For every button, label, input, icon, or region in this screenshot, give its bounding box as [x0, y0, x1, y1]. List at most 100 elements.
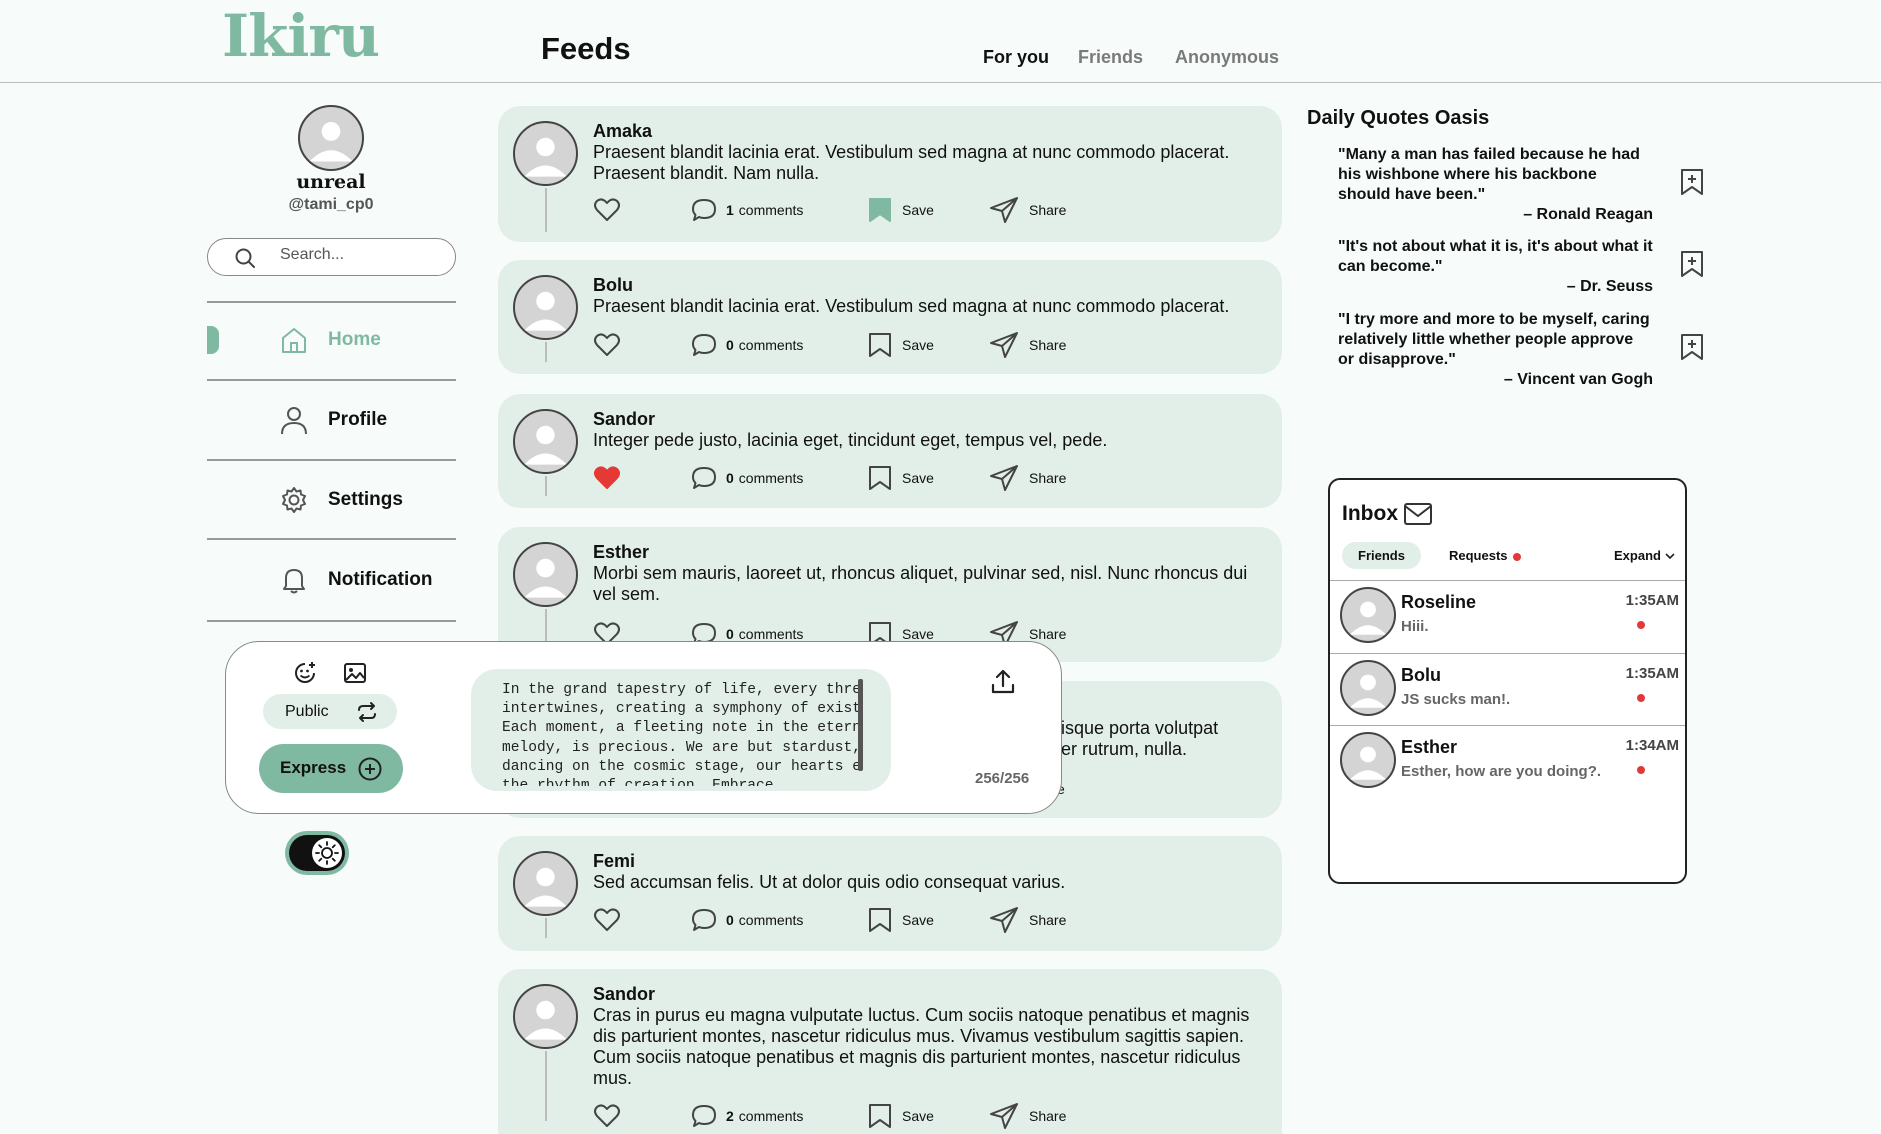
like-button[interactable] [593, 462, 621, 494]
heart-icon [594, 1104, 620, 1127]
image-icon[interactable] [342, 660, 368, 686]
post-card: Amaka Praesent blandit lacinia erat. Ves… [498, 106, 1282, 242]
send-icon [990, 907, 1018, 933]
post-card: Sandor Integer pede justo, lacinia eget,… [498, 394, 1282, 508]
quote-item: "Many a man has failed because he had hi… [1338, 146, 1653, 223]
expand-button[interactable]: Expand [1614, 542, 1675, 569]
post-author[interactable]: Sandor [593, 409, 655, 430]
composer-textarea[interactable]: In the grand tapestry of life, every thr… [471, 669, 891, 791]
share-button[interactable]: Share [989, 194, 1066, 226]
sun-icon [312, 838, 342, 868]
save-button[interactable]: Save [868, 194, 934, 226]
nav-label: Home [328, 329, 381, 350]
bell-icon [283, 569, 305, 594]
comment-icon [692, 467, 716, 489]
post-author[interactable]: Amaka [593, 121, 652, 142]
unread-dot [1512, 552, 1521, 561]
message-row[interactable]: Esther Esther, how are you doing?. 1:34A… [1330, 725, 1685, 798]
share-button[interactable]: Share [989, 329, 1066, 361]
page-title: Feeds [541, 31, 631, 66]
save-button[interactable]: Save [868, 462, 934, 494]
send-icon [990, 465, 1018, 491]
post-avatar[interactable] [513, 409, 578, 474]
profile-avatar[interactable] [298, 105, 364, 171]
inbox-tab-friends[interactable]: Friends [1342, 542, 1421, 569]
chevron-down-icon [1665, 553, 1675, 560]
divider [207, 301, 456, 303]
post-avatar[interactable] [513, 984, 578, 1049]
post-author[interactable]: Femi [593, 851, 635, 872]
tab-friends[interactable]: Friends [1078, 47, 1143, 68]
post-text: Sed accumsan felis. Ut at dolor quis odi… [593, 872, 1066, 892]
save-button[interactable]: Save [868, 1100, 934, 1132]
express-button[interactable]: Express [259, 744, 403, 793]
message-row[interactable]: Roseline Hiii. 1:35AM [1330, 580, 1685, 653]
send-icon [990, 1103, 1018, 1129]
post-author[interactable]: Esther [593, 542, 649, 563]
divider [207, 538, 456, 540]
message-row[interactable]: Bolu JS sucks man!. 1:35AM [1330, 653, 1685, 726]
nav-profile[interactable]: Profile [207, 395, 456, 445]
inbox-title: Inbox [1342, 502, 1398, 525]
post-author[interactable]: Bolu [593, 275, 633, 296]
post-text: Praesent blandit lacinia erat. Vestibulu… [593, 296, 1230, 316]
textarea-scrollbar[interactable] [858, 679, 863, 771]
quotes-title: Daily Quotes Oasis [1307, 107, 1490, 129]
post-author[interactable]: Sandor [593, 984, 655, 1005]
post-card: Bolu Praesent blandit lacinia erat. Vest… [498, 260, 1282, 374]
send-icon [990, 332, 1018, 358]
search-input[interactable] [280, 246, 440, 264]
bookmark-add-icon[interactable] [1680, 333, 1704, 361]
comments-button[interactable]: 0 comments [690, 904, 803, 936]
upload-icon[interactable] [988, 667, 1018, 697]
comments-button[interactable]: 0 comments [690, 462, 803, 494]
heart-icon [594, 333, 620, 356]
comments-button[interactable]: 2 comments [690, 1100, 803, 1132]
thread-line [545, 342, 547, 362]
post-text: Cras in purus eu magna vulputate luctus.… [593, 1005, 1250, 1088]
send-icon [990, 197, 1018, 223]
nav-home[interactable]: Home [207, 315, 456, 365]
inbox-tab-requests[interactable]: Requests [1449, 542, 1521, 569]
comments-button[interactable]: 1 comments [690, 194, 803, 226]
nav-notification[interactable]: Notification [207, 555, 456, 605]
quote-item: "I try more and more to be myself, carin… [1338, 311, 1653, 388]
bookmark-icon [869, 1104, 891, 1128]
quote-item: "It's not about what it is, it's about w… [1338, 238, 1653, 295]
post-avatar[interactable] [513, 851, 578, 916]
theme-toggle[interactable] [285, 831, 349, 875]
search-box [207, 238, 456, 276]
post-text: Morbi sem mauris, laoreet ut, rhoncus al… [593, 563, 1248, 604]
comments-button[interactable]: 0 comments [690, 329, 803, 361]
bookmark-add-icon[interactable] [1680, 250, 1704, 278]
unread-dot [1637, 694, 1645, 702]
save-button[interactable]: Save [868, 904, 934, 936]
post-avatar[interactable] [513, 542, 578, 607]
top-bar: Ikiru Feeds For you Friends Anonymous [0, 0, 1881, 83]
nav-settings[interactable]: Settings [207, 475, 456, 525]
share-button[interactable]: Share [989, 462, 1066, 494]
tab-anonymous[interactable]: Anonymous [1175, 47, 1279, 68]
visibility-toggle[interactable]: Public [263, 694, 397, 729]
like-button[interactable] [593, 194, 621, 226]
mail-icon [1404, 503, 1432, 525]
save-button[interactable]: Save [868, 329, 934, 361]
plus-circle-icon [358, 757, 382, 781]
bookmark-icon [869, 908, 891, 932]
post-avatar[interactable] [513, 121, 578, 186]
tab-for-you[interactable]: For you [983, 47, 1049, 68]
like-button[interactable] [593, 329, 621, 361]
like-button[interactable] [593, 1100, 621, 1132]
post-avatar[interactable] [513, 275, 578, 340]
share-button[interactable]: SaveShare [989, 904, 1066, 936]
nav-label: Settings [328, 489, 403, 510]
emoji-add-icon[interactable] [292, 660, 318, 686]
app-logo[interactable]: Ikiru [222, 2, 380, 70]
bookmark-add-icon[interactable] [1680, 168, 1704, 196]
bookmark-icon [869, 466, 891, 490]
share-button[interactable]: Share [989, 1100, 1066, 1132]
post-text: isque porta volutpat er rutrum, nulla. [1061, 718, 1219, 759]
post-composer: Public Express In the grand tapestry of … [225, 641, 1062, 814]
post-card: Sandor Cras in purus eu magna vulputate … [498, 969, 1282, 1134]
like-button[interactable] [593, 904, 621, 936]
